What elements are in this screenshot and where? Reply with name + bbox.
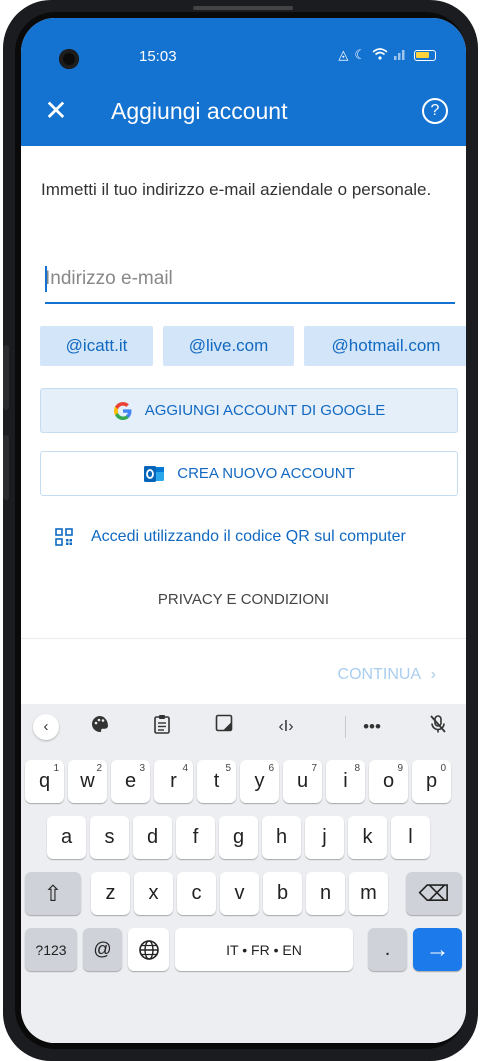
- add-google-account-button[interactable]: AGGIUNGI ACCOUNT DI GOOGLE: [40, 388, 458, 433]
- key-c[interactable]: c: [177, 872, 216, 915]
- key-l[interactable]: l: [391, 816, 430, 859]
- mic-off-icon[interactable]: [425, 714, 451, 740]
- divider: [21, 638, 466, 639]
- instruction-text: Immetti il tuo indirizzo e-mail aziendal…: [41, 180, 432, 199]
- key-m[interactable]: m: [349, 872, 388, 915]
- key-d[interactable]: d: [133, 816, 172, 859]
- speaker-grille: [193, 6, 293, 10]
- qr-code-icon: [55, 528, 73, 546]
- help-button[interactable]: ?: [422, 98, 448, 124]
- key-i[interactable]: i8: [326, 760, 365, 803]
- symbols-key[interactable]: ?123: [25, 928, 77, 971]
- screen: 15:03 ◬ ☾ ✕ Aggiungi account ? Immetti i…: [21, 18, 466, 1043]
- backspace-key[interactable]: ⌫: [406, 872, 462, 915]
- outlook-icon: [144, 465, 165, 482]
- more-icon[interactable]: •••: [357, 714, 387, 740]
- continue-button[interactable]: CONTINUA ›: [338, 666, 436, 684]
- close-button[interactable]: ✕: [41, 96, 71, 126]
- qr-login-label: Accedi utilizzando il codice QR sul comp…: [91, 528, 406, 545]
- palette-icon[interactable]: [87, 714, 113, 740]
- add-google-account-label: AGGIUNGI ACCOUNT DI GOOGLE: [144, 402, 386, 419]
- phone-frame: 15:03 ◬ ☾ ✕ Aggiungi account ? Immetti i…: [3, 0, 478, 1061]
- email-field[interactable]: [45, 256, 455, 302]
- volume-button: [3, 345, 9, 410]
- shift-key[interactable]: ⇧: [25, 872, 81, 915]
- key-n[interactable]: n: [306, 872, 345, 915]
- clipboard-icon[interactable]: [149, 714, 175, 740]
- key-j[interactable]: j: [305, 816, 344, 859]
- key-k[interactable]: k: [348, 816, 387, 859]
- key-t[interactable]: t5: [197, 760, 236, 803]
- globe-key[interactable]: [128, 928, 169, 971]
- alarm-icon: ◬: [338, 47, 349, 62]
- domain-chip-hotmail[interactable]: @hotmail.com: [304, 326, 466, 366]
- key-y[interactable]: y6: [240, 760, 279, 803]
- key-g[interactable]: g: [219, 816, 258, 859]
- status-icons: ◬ ☾: [338, 47, 436, 63]
- qr-login-link[interactable]: Accedi utilizzando il codice QR sul comp…: [55, 528, 406, 546]
- resize-icon[interactable]: [211, 714, 237, 740]
- at-key[interactable]: @: [83, 928, 122, 971]
- google-icon: [113, 401, 132, 420]
- back-chevron-icon[interactable]: ‹: [33, 714, 59, 740]
- key-o[interactable]: o9: [369, 760, 408, 803]
- key-v[interactable]: v: [220, 872, 259, 915]
- toolbar-separator: [345, 716, 346, 738]
- privacy-link[interactable]: PRIVACY E CONDIZIONI: [21, 591, 466, 608]
- key-r[interactable]: r4: [154, 760, 193, 803]
- globe-icon: [138, 939, 159, 960]
- key-w[interactable]: w2: [68, 760, 107, 803]
- cursor-icon[interactable]: ‹I›: [273, 714, 299, 740]
- email-field-container: [45, 256, 455, 304]
- key-a[interactable]: a: [47, 816, 86, 859]
- key-h[interactable]: h: [262, 816, 301, 859]
- create-account-button[interactable]: CREA NUOVO ACCOUNT: [40, 451, 458, 496]
- app-header: 15:03 ◬ ☾ ✕ Aggiungi account ?: [21, 18, 466, 146]
- domain-chip-icatt[interactable]: @icatt.it: [40, 326, 153, 366]
- navigation-bar: [21, 1023, 466, 1043]
- keyboard-toolbar: ‹ ‹I› •••: [21, 704, 466, 750]
- battery-icon: [414, 49, 436, 61]
- continue-label: CONTINUA: [337, 666, 421, 683]
- key-z[interactable]: z: [91, 872, 130, 915]
- dot-key[interactable]: .: [368, 928, 407, 971]
- wifi-icon: [372, 47, 388, 63]
- domain-chip-live[interactable]: @live.com: [163, 326, 294, 366]
- power-button: [3, 435, 9, 500]
- keyboard: ‹ ‹I› ••• q1 w2 e3 r 4 t 5 y 6 u 7 i 8 o…: [21, 704, 466, 1043]
- enter-key[interactable]: →: [413, 928, 462, 971]
- status-time: 15:03: [139, 48, 177, 65]
- key-e[interactable]: e3: [111, 760, 150, 803]
- key-x[interactable]: x: [134, 872, 173, 915]
- moon-icon: ☾: [354, 47, 366, 62]
- key-f[interactable]: f: [176, 816, 215, 859]
- key-p[interactable]: p0: [412, 760, 451, 803]
- key-u[interactable]: u7: [283, 760, 322, 803]
- front-camera: [59, 49, 79, 69]
- key-b[interactable]: b: [263, 872, 302, 915]
- key-q[interactable]: q1: [25, 760, 64, 803]
- domain-suggestions: @icatt.it @live.com @hotmail.com: [40, 326, 466, 366]
- space-key[interactable]: IT • FR • EN: [175, 928, 353, 971]
- chevron-right-icon: ›: [430, 666, 436, 683]
- signal-icon: [394, 48, 408, 63]
- create-account-label: CREA NUOVO ACCOUNT: [177, 465, 355, 482]
- text-cursor: [45, 266, 47, 292]
- page-title: Aggiungi account: [111, 98, 288, 124]
- key-s[interactable]: s: [90, 816, 129, 859]
